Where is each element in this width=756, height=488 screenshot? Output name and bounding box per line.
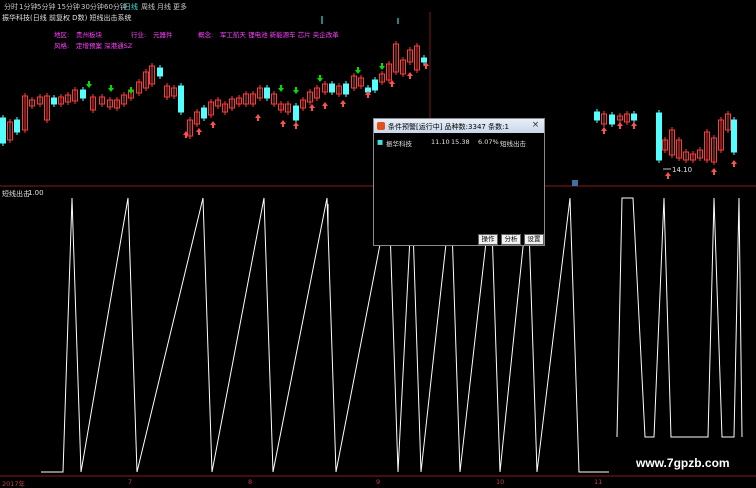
x-label-4: 10 bbox=[496, 478, 505, 486]
sell-arrow-icon bbox=[108, 85, 114, 92]
candle-body bbox=[264, 87, 270, 99]
x-label-5: 11 bbox=[594, 478, 603, 486]
tab-period-7[interactable]: 周线 bbox=[141, 2, 155, 12]
row-time: 15.38 bbox=[451, 138, 470, 146]
close-icon[interactable]: × bbox=[530, 120, 541, 131]
sell-arrow-icon bbox=[278, 85, 284, 92]
candle-body bbox=[631, 113, 637, 121]
row-signal: 短线出击 bbox=[500, 140, 526, 148]
buy-arrow-icon bbox=[196, 128, 202, 135]
candle-body bbox=[293, 105, 299, 121]
row-stock-name: 振华科技 bbox=[386, 140, 412, 148]
buy-arrow-icon bbox=[407, 72, 413, 79]
buy-arrow-icon bbox=[389, 80, 395, 87]
alert-icon bbox=[377, 122, 385, 130]
row-pct: 6.07% bbox=[478, 138, 499, 146]
x-label-3: 9 bbox=[376, 478, 381, 486]
buy-arrow-icon bbox=[280, 120, 286, 127]
buy-arrow-icon bbox=[322, 102, 328, 109]
watermark: www.7gpzb.com bbox=[636, 456, 730, 470]
alert-dialog[interactable]: 条件预警[运行中] 品种数:3347 条数:1 × ■ 振华科技 11.10 1… bbox=[373, 118, 545, 246]
tab-period-1[interactable]: 1分钟 bbox=[19, 2, 37, 12]
tab-period-0[interactable]: 分时 bbox=[4, 2, 18, 12]
candle-body bbox=[329, 83, 335, 93]
candle-body bbox=[731, 119, 737, 153]
signal-line-right bbox=[616, 197, 743, 438]
sell-arrow-icon bbox=[86, 81, 92, 88]
alert-row[interactable]: ■ 振华科技 11.10 15.38 6.07% 短线出击 bbox=[377, 138, 543, 148]
candle-body bbox=[157, 67, 163, 77]
settings-button[interactable]: 设置 bbox=[524, 234, 544, 245]
buy-arrow-icon bbox=[731, 160, 737, 167]
buy-arrow-icon bbox=[210, 121, 216, 128]
style-value: 定增预案 深港通SZ bbox=[76, 42, 133, 50]
buy-arrow-icon bbox=[631, 122, 637, 129]
sell-arrow-icon bbox=[317, 75, 323, 82]
tab-period-6[interactable]: 日线 bbox=[124, 2, 138, 12]
region-value: 贵州板块 bbox=[76, 31, 102, 39]
concept-key: 概念: bbox=[198, 31, 214, 39]
buy-arrow-icon bbox=[340, 100, 346, 107]
dialog-title: 条件预警[运行中] 品种数:3347 条数:1 bbox=[388, 123, 509, 131]
operate-button[interactable]: 操作 bbox=[478, 234, 498, 245]
candle-body bbox=[656, 112, 662, 161]
x-label-2: 8 bbox=[248, 478, 253, 486]
candle-body bbox=[201, 107, 207, 119]
candle-body bbox=[51, 97, 57, 105]
indicator-label: 短线出击 bbox=[2, 190, 30, 198]
buy-arrow-icon bbox=[665, 172, 671, 179]
tab-period-4[interactable]: 30分钟 bbox=[81, 2, 104, 12]
x-label-1: 7 bbox=[128, 478, 133, 486]
buy-arrow-icon bbox=[601, 127, 607, 134]
candle-body bbox=[0, 117, 6, 144]
price-annotation: 14.10 bbox=[672, 166, 693, 174]
tab-period-2[interactable]: 5分钟 bbox=[37, 2, 55, 12]
buy-arrow-icon bbox=[309, 104, 315, 111]
candle-body bbox=[80, 89, 86, 99]
tab-period-9[interactable]: 更多 bbox=[173, 2, 187, 12]
volume-mark bbox=[572, 180, 578, 186]
row-marker: ■ bbox=[377, 138, 384, 146]
period-toolbar: 分时 1分钟 5分钟 15分钟 30分钟 60分钟 日线 周线 月线 更多 bbox=[0, 0, 756, 12]
candle-body bbox=[343, 83, 349, 95]
analyze-button[interactable]: 分析 bbox=[501, 234, 521, 245]
candle-body bbox=[421, 57, 427, 63]
chart-title: 振华科技(日线 前复权 D数) 短线出击系统 bbox=[2, 14, 132, 22]
concept-value: 军工航天 锂电池 新能源车 芯片 央企改革 bbox=[220, 31, 339, 39]
sell-arrow-icon bbox=[355, 67, 361, 74]
industry-key: 行业: bbox=[131, 31, 147, 39]
style-key: 风格: bbox=[54, 42, 70, 50]
buy-arrow-icon bbox=[711, 168, 717, 175]
buy-arrow-icon bbox=[183, 131, 189, 138]
sell-arrow-icon bbox=[293, 87, 299, 94]
candle-body bbox=[372, 79, 378, 91]
candle-body bbox=[178, 85, 184, 113]
indicator-value: 1.00 bbox=[28, 189, 44, 197]
candle-body bbox=[594, 111, 600, 121]
buy-arrow-icon bbox=[293, 122, 299, 129]
tab-period-3[interactable]: 15分钟 bbox=[57, 2, 80, 12]
buy-arrow-icon bbox=[255, 114, 261, 121]
candle-body bbox=[14, 119, 20, 133]
buy-arrow-icon bbox=[617, 122, 623, 129]
candle-body bbox=[609, 114, 615, 125]
industry-value: 元器件 bbox=[153, 31, 173, 39]
region-key: 地区: bbox=[54, 31, 70, 39]
tab-period-8[interactable]: 月线 bbox=[157, 2, 171, 12]
dialog-titlebar[interactable]: 条件预警[运行中] 品种数:3347 条数:1 × bbox=[374, 119, 544, 133]
row-date: 11.10 bbox=[431, 138, 450, 146]
sell-arrow-icon bbox=[379, 63, 385, 70]
